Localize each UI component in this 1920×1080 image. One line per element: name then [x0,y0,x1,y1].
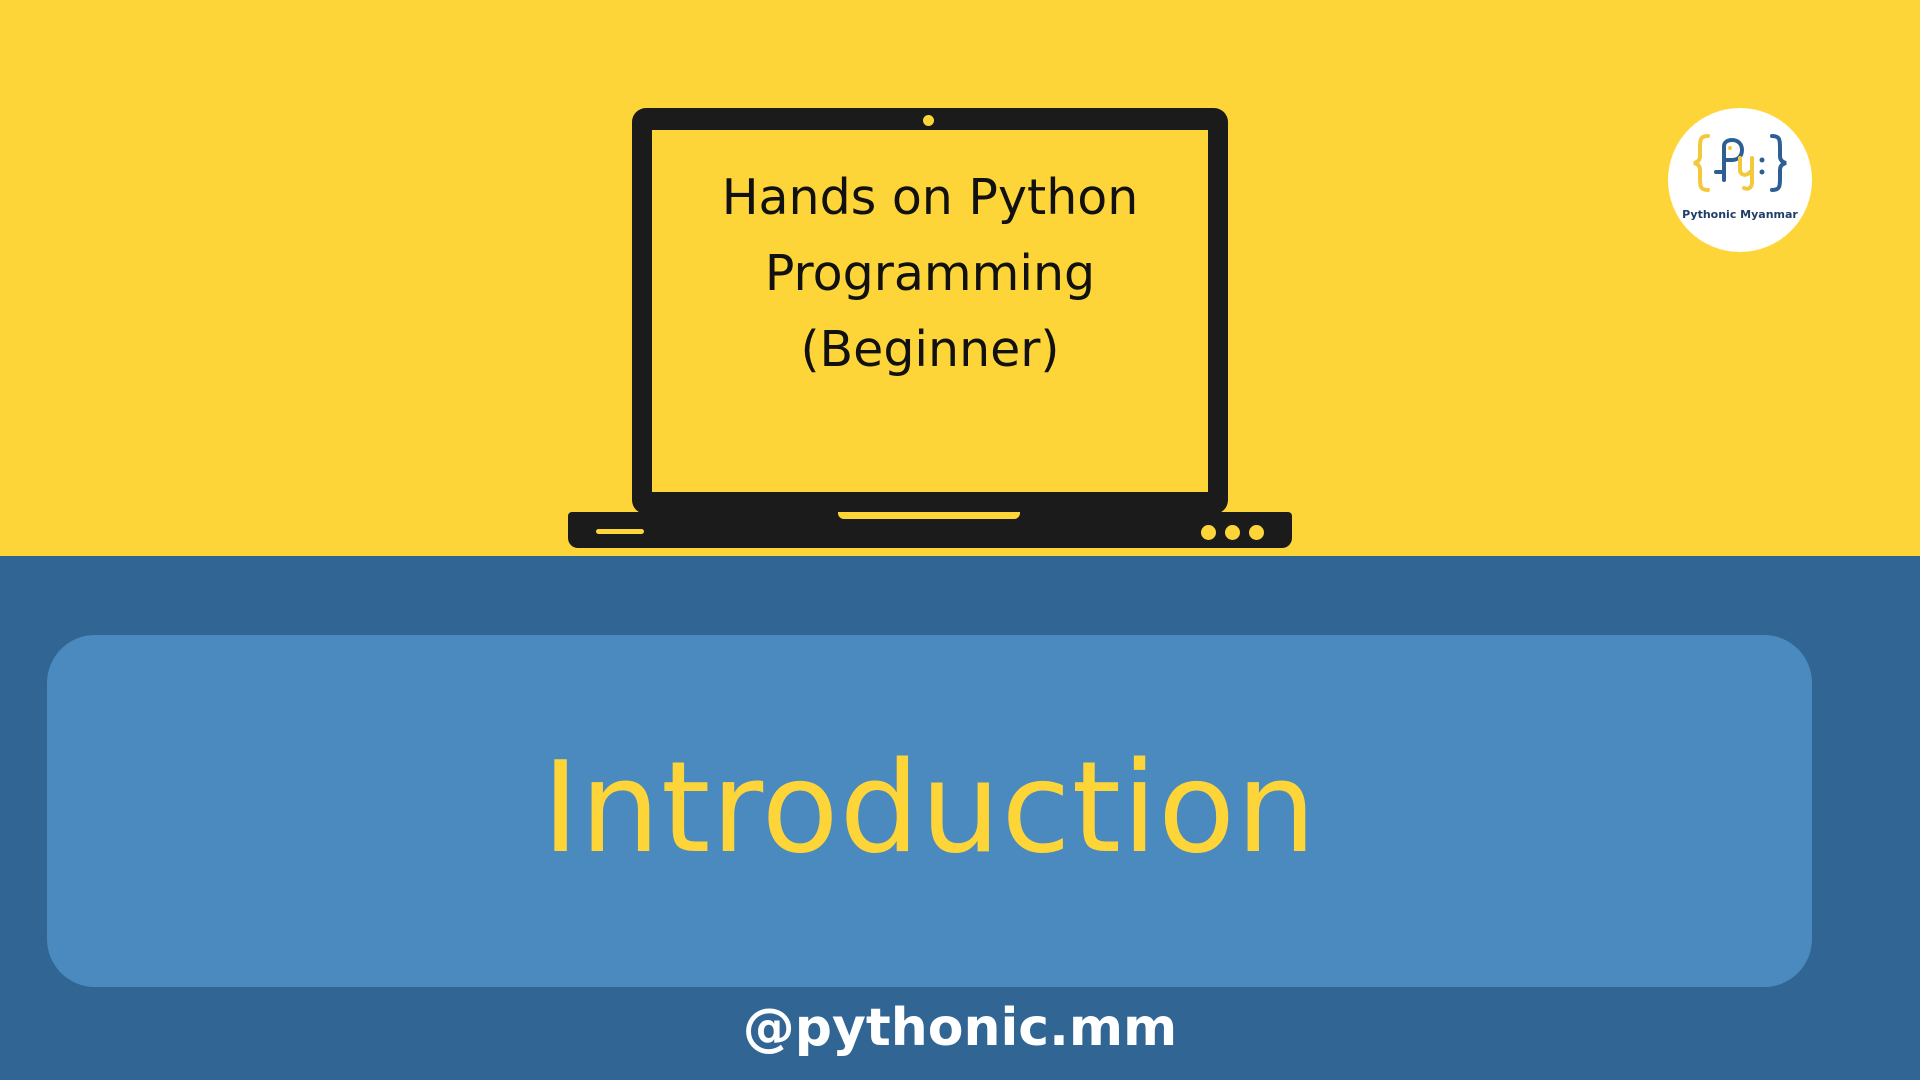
laptop-base-notch [838,512,1020,519]
course-title: Hands on Python Programming (Beginner) [652,160,1208,388]
logo-caption: Pythonic Myanmar [1682,208,1798,221]
social-handle: @pythonic.mm [742,998,1178,1058]
indicator-dot-icon [1201,525,1216,540]
laptop-camera-icon [923,115,934,126]
pythonic-myanmar-logo: Pythonic Myanmar [1668,108,1812,252]
course-title-line-2: Programming [764,245,1096,302]
indicator-dot-icon [1249,525,1264,540]
laptop-screen: Hands on Python Programming (Beginner) [652,130,1208,492]
course-title-line-3: (Beginner) [800,321,1060,378]
indicator-dot-icon [1225,525,1240,540]
laptop-lid: Hands on Python Programming (Beginner) [632,108,1228,514]
laptop-illustration: Hands on Python Programming (Beginner) [568,106,1292,550]
laptop-base [568,512,1292,548]
pythonic-logo-icon [1693,134,1787,192]
laptop-indicator-lights [1201,525,1264,540]
course-title-line-1: Hands on Python [721,169,1139,226]
section-heading: Introduction [541,733,1317,881]
section-heading-box: Introduction [47,635,1812,987]
laptop-slot-icon [596,529,644,534]
